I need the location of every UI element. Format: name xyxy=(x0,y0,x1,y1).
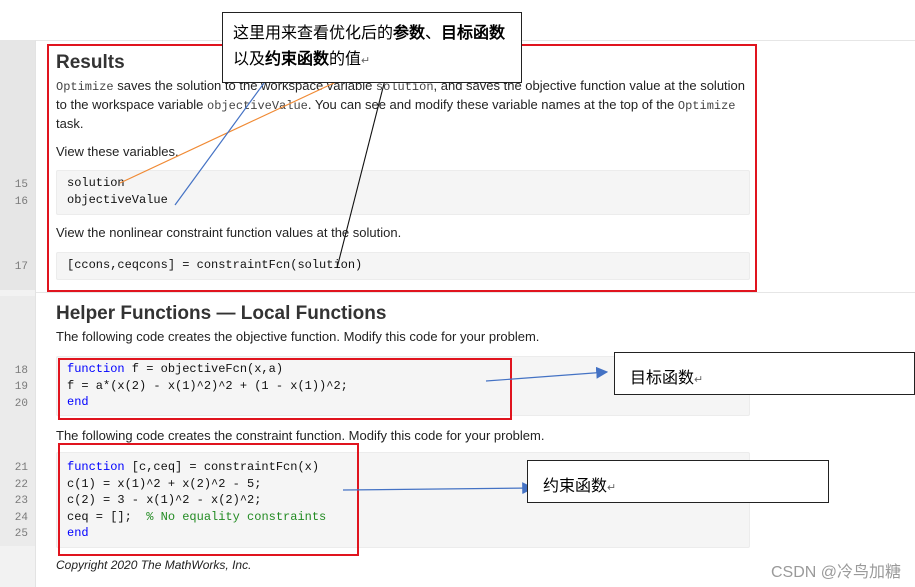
code-line[interactable]: solution xyxy=(67,175,125,192)
inline-code: objectiveValue xyxy=(207,99,308,113)
note-text: 约束函数 xyxy=(543,478,608,495)
line-number: 20 xyxy=(14,398,28,410)
line-number: 21 xyxy=(14,462,28,474)
line-number: 18 xyxy=(14,365,28,377)
section-divider xyxy=(36,292,915,293)
results-description: Optimize saves the solution to the works… xyxy=(56,77,746,133)
line-number: 17 xyxy=(14,261,28,273)
note-bold: 目标函数 xyxy=(441,25,506,42)
line-number: 16 xyxy=(14,196,28,208)
code-text: ceq = []; xyxy=(67,510,147,524)
code-line[interactable]: [ccons,ceqcons] = constraintFcn(solution… xyxy=(67,257,362,274)
line-number: 25 xyxy=(14,528,28,540)
view-variables-text: View these variables. xyxy=(56,144,179,159)
return-mark: ↵ xyxy=(361,55,371,67)
inline-code: Optimize xyxy=(56,80,114,94)
code-line[interactable]: f = a*(x(2) - x(1)^2)^2 + (1 - x(1))^2; xyxy=(67,378,348,395)
code-line[interactable]: objectiveValue xyxy=(67,192,168,209)
constraint-annotation-note: 约束函数↵ xyxy=(527,460,829,503)
line-number: 23 xyxy=(14,495,28,507)
keyword: end xyxy=(67,526,89,540)
code-text: f = objectiveFcn(x,a) xyxy=(124,362,284,376)
gutter-band-helpers xyxy=(0,296,35,546)
return-mark: ↵ xyxy=(607,482,617,494)
code-line[interactable]: function [c,ceq] = constraintFcn(x) xyxy=(67,459,319,476)
line-number: 24 xyxy=(14,512,28,524)
text: task. xyxy=(56,116,84,131)
code-comment: % No equality constraints xyxy=(146,510,327,524)
csdn-watermark: CSDN @冷鸟加糖 xyxy=(770,564,901,581)
code-text: [c,ceq] = constraintFcn(x) xyxy=(124,460,320,474)
helpers-heading: Helper Functions — Local Functions xyxy=(56,303,387,324)
code-line[interactable]: end xyxy=(67,394,89,411)
keyword: end xyxy=(67,395,89,409)
note-text: 这里用来查看优化后的 xyxy=(233,25,394,42)
inline-code: Optimize xyxy=(677,99,736,113)
note-text: 的值 xyxy=(329,51,362,68)
constraint-description: The following code creates the constrain… xyxy=(56,428,545,443)
text: . You can see and modify these variable … xyxy=(307,97,678,112)
code-line[interactable]: c(2) = 3 - x(1)^2 - x(2)^2; xyxy=(67,492,261,509)
copyright-footer: Copyright 2020 The MathWorks, Inc. xyxy=(56,558,252,572)
code-line[interactable]: function f = objectiveFcn(x,a) xyxy=(67,361,283,378)
top-annotation-note: 这里用来查看优化后的参数、目标函数以及约束函数的值↵ xyxy=(222,12,522,83)
return-mark: ↵ xyxy=(694,374,704,386)
code-line[interactable]: end xyxy=(67,525,89,542)
note-text: 目标函数 xyxy=(630,370,695,387)
keyword: function xyxy=(67,362,125,376)
line-number: 19 xyxy=(14,381,28,393)
code-line[interactable]: c(1) = x(1)^2 + x(2)^2 - 5; xyxy=(67,476,261,493)
keyword: function xyxy=(67,460,125,474)
line-number: 15 xyxy=(14,179,28,191)
objective-annotation-note: 目标函数↵ xyxy=(614,352,915,395)
note-text: 以及 xyxy=(233,51,266,68)
gutter-band-results xyxy=(0,40,35,290)
note-text: 、 xyxy=(425,25,442,42)
note-bold: 约束函数 xyxy=(265,51,330,68)
view-nonlinear-text: View the nonlinear constraint function v… xyxy=(56,225,402,240)
results-heading: Results xyxy=(56,52,125,73)
objective-description: The following code creates the objective… xyxy=(56,329,540,344)
note-bold: 参数 xyxy=(393,25,426,42)
code-line[interactable]: ceq = []; % No equality constraints xyxy=(67,509,326,526)
line-number: 22 xyxy=(14,479,28,491)
